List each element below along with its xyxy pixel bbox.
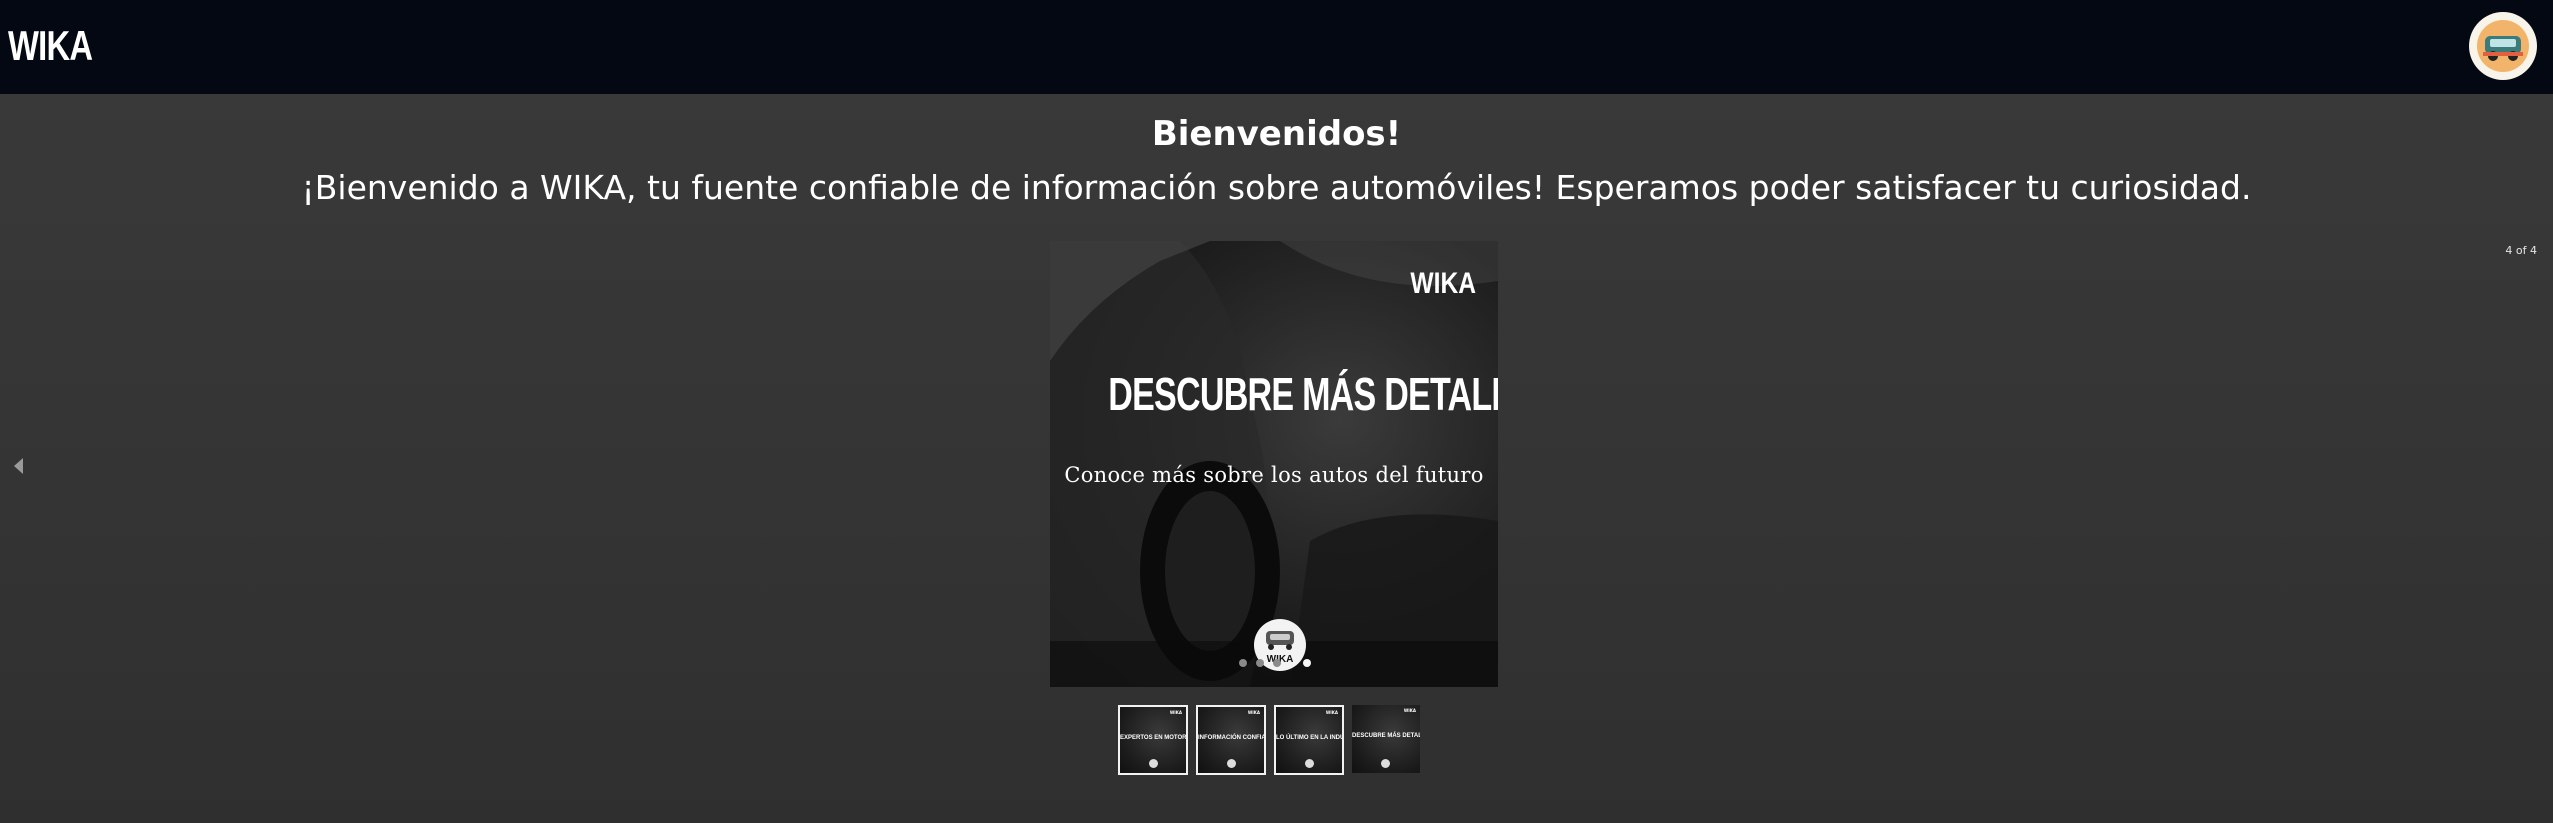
slide-dot-1[interactable] [1239, 659, 1247, 667]
wika-logo-icon[interactable] [2469, 12, 2537, 80]
slide-subtitle: Conoce más sobre los autos del futuro [1064, 463, 1484, 487]
welcome-subtitle: ¡Bienvenido a WIKA, tu fuente confiable … [301, 168, 2252, 207]
thumbnail-logo-icon [1305, 759, 1314, 768]
slide-counter: 4 of 4 [2505, 244, 2537, 257]
thumbnail-brand: WIKA [1169, 710, 1182, 715]
thumbnail-label: INFORMACIÓN CONFIABLE [1198, 735, 1266, 741]
thumbnail-logo-icon [1149, 759, 1158, 768]
thumbnail-logo-icon [1381, 759, 1390, 768]
thumbnail-logo-icon [1227, 759, 1236, 768]
slide-title: DESCUBRE MÁS DETALLES [1108, 368, 1498, 420]
thumbnail-label: EXPERTOS EN MOTOR [1120, 735, 1187, 741]
slide-dot-3[interactable] [1273, 659, 1281, 667]
carousel-slide[interactable]: WIKA DESCUBRE MÁS DETALLES Conoce más so… [1050, 241, 1498, 687]
thumbnail-1[interactable]: WIKA EXPERTOS EN MOTOR [1118, 705, 1188, 775]
site-brand[interactable]: WIKA [8, 18, 93, 74]
previous-slide-arrow-icon[interactable] [14, 458, 23, 474]
thumbnail-3[interactable]: WIKA LO ÚLTIMO EN LA INDUSTRIA [1274, 705, 1344, 775]
thumbnail-brand: WIKA [1325, 710, 1338, 715]
slide-dot-4[interactable] [1303, 659, 1311, 667]
thumbnail-2[interactable]: WIKA INFORMACIÓN CONFIABLE [1196, 705, 1266, 775]
slide-brand: WIKA [1410, 267, 1476, 300]
thumbnail-label: DESCUBRE MÁS DETALLES [1352, 733, 1420, 739]
thumbnail-4-active[interactable]: WIKA DESCUBRE MÁS DETALLES [1352, 705, 1420, 773]
thumbnail-label: LO ÚLTIMO EN LA INDUSTRIA [1276, 735, 1344, 741]
top-navbar: WIKA [0, 0, 2553, 94]
thumbnail-brand: WIKA [1247, 710, 1260, 715]
slide-dot-2[interactable] [1256, 659, 1264, 667]
thumbnail-brand: WIKA [1403, 708, 1416, 713]
welcome-title: Bienvenidos! [1151, 114, 1402, 154]
